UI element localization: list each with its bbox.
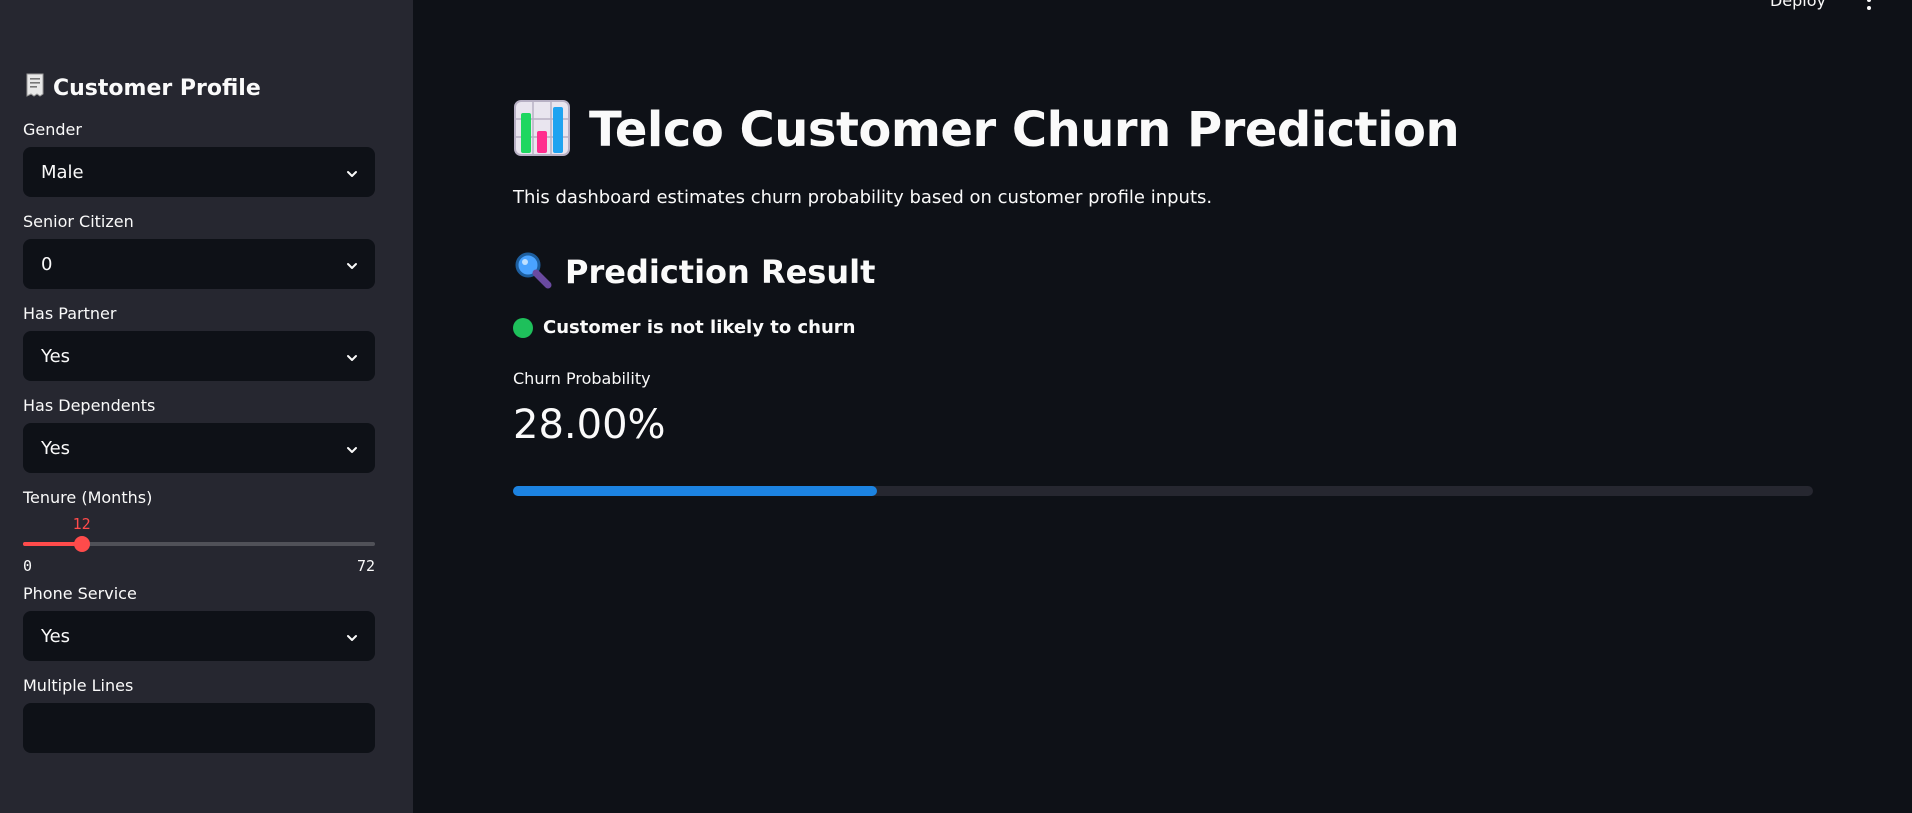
senior-citizen-select[interactable]: 0	[23, 239, 375, 289]
multiple-lines-select[interactable]	[23, 703, 375, 753]
tenure-field: Tenure (Months) 12 0 72	[23, 487, 375, 581]
dependents-label: Has Dependents	[23, 396, 156, 415]
sidebar-header: Customer Profile	[23, 72, 375, 104]
prediction-status: Customer is not likely to churn	[513, 317, 855, 338]
main-area: Deploy Telco Customer Churn Prediction T…	[413, 0, 1912, 813]
tenure-label: Tenure (Months)	[23, 488, 153, 507]
slider-min: 0	[23, 557, 33, 575]
status-text: Customer is not likely to churn	[543, 317, 856, 338]
phone-service-select[interactable]: Yes	[23, 611, 375, 661]
top-toolbar: Deploy	[1770, 0, 1912, 12]
page-description: This dashboard estimates churn probabili…	[513, 187, 1213, 208]
sidebar-title: Customer Profile	[53, 75, 261, 101]
slider-max: 72	[356, 557, 375, 575]
app: Customer Profile Gender Male Senior Citi…	[0, 0, 1912, 813]
metric-label: Churn Probability	[513, 369, 651, 388]
dependents-field: Has Dependents Yes	[23, 395, 375, 473]
churn-progress-bar	[513, 486, 1813, 496]
dependents-value: Yes	[41, 437, 71, 459]
phone-service-label: Phone Service	[23, 584, 137, 603]
slider-track[interactable]	[23, 536, 375, 552]
tenure-slider[interactable]: 12 0 72	[23, 511, 375, 581]
page-title: Telco Customer Churn Prediction	[589, 102, 1460, 158]
bar-chart-icon	[513, 99, 571, 161]
sidebar: Customer Profile Gender Male Senior Citi…	[0, 0, 413, 813]
gender-select[interactable]: Male	[23, 147, 375, 197]
chevron-down-icon	[345, 441, 359, 455]
slider-thumb[interactable]	[73, 536, 90, 552]
phone-service-value: Yes	[41, 625, 71, 647]
progress-fill	[513, 486, 877, 496]
gender-label: Gender	[23, 120, 82, 139]
multiple-lines-label: Multiple Lines	[23, 676, 134, 695]
partner-value: Yes	[41, 345, 71, 367]
partner-select[interactable]: Yes	[23, 331, 375, 381]
magnifier-icon	[513, 250, 553, 294]
partner-field: Has Partner Yes	[23, 303, 375, 381]
gender-field: Gender Male	[23, 119, 375, 197]
gender-value: Male	[41, 161, 84, 183]
dependents-select[interactable]: Yes	[23, 423, 375, 473]
chevron-down-icon	[345, 629, 359, 643]
phone-service-field: Phone Service Yes	[23, 583, 375, 661]
green-circle-icon	[513, 317, 533, 338]
metric-value: 28.00%	[513, 402, 666, 448]
title-row: Telco Customer Churn Prediction	[513, 98, 1460, 162]
senior-citizen-label: Senior Citizen	[23, 212, 134, 231]
receipt-icon	[23, 72, 47, 104]
partner-label: Has Partner	[23, 304, 117, 323]
chevron-down-icon	[345, 349, 359, 363]
tenure-value: 12	[72, 515, 91, 533]
result-header: Prediction Result	[565, 253, 876, 291]
chevron-down-icon	[345, 257, 359, 271]
kebab-menu-icon[interactable]	[1866, 0, 1872, 12]
result-header-row: Prediction Result	[513, 250, 875, 294]
deploy-button[interactable]: Deploy	[1770, 0, 1826, 10]
senior-citizen-field: Senior Citizen 0	[23, 211, 375, 289]
multiple-lines-field: Multiple Lines	[23, 675, 375, 753]
senior-citizen-value: 0	[41, 253, 53, 275]
chevron-down-icon	[345, 165, 359, 179]
